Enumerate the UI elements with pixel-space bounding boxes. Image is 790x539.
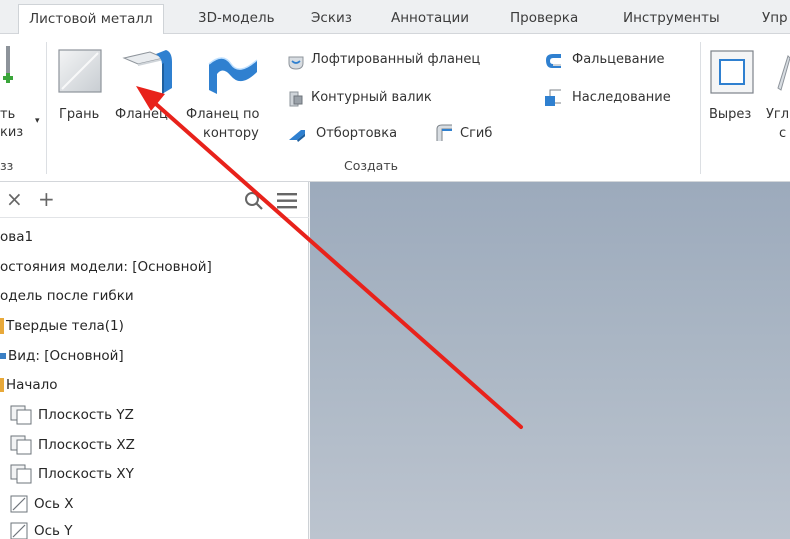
tree-item-plane-yz[interactable]: Плоскость YZ <box>10 404 134 426</box>
derive-icon[interactable] <box>543 88 561 106</box>
tree-item-label: Вид: [Основной] <box>8 348 124 364</box>
plane-icon <box>10 464 32 484</box>
tree-item-label: Плоскость XZ <box>38 437 135 453</box>
ribbon-tabbar: Листовой металл 3D-модель Эскиз Аннотаци… <box>0 0 790 34</box>
lofted-flange-icon[interactable] <box>287 53 305 71</box>
axis-icon <box>10 495 28 513</box>
corner-label-2[interactable]: с <box>779 126 786 141</box>
folder-icon <box>0 318 4 334</box>
tree-item-plane-xz[interactable]: Плоскость XZ <box>10 434 135 456</box>
tree-item-label: Ось Y <box>34 523 73 539</box>
start-sketch-label-1: ть <box>0 107 16 122</box>
start-sketch-label-2: киз <box>0 125 24 140</box>
tab-sheet-metal[interactable]: Листовой металл <box>18 4 164 34</box>
tab-3d-model[interactable]: 3D-модель <box>198 4 275 34</box>
tree-item-label: Плоскость YZ <box>38 407 134 423</box>
flange-icon[interactable] <box>120 48 176 98</box>
contour-roll-label[interactable]: Контурный валик <box>311 90 432 105</box>
tree-item-label: Плоскость XY <box>38 466 134 482</box>
tree-item-solid-bodies[interactable]: Твердые тела(1) <box>0 315 124 337</box>
tab-sketch[interactable]: Эскиз <box>311 4 352 34</box>
hem-cut-label[interactable]: Отбортовка <box>316 126 397 141</box>
plane-icon <box>10 405 32 425</box>
sketch-panel-caption: зз <box>0 158 14 173</box>
corner-label-1[interactable]: Угл <box>766 107 789 122</box>
plane-icon <box>10 435 32 455</box>
chevron-down-icon[interactable]: ▾ <box>35 116 40 126</box>
tree-item-plane-xy[interactable]: Плоскость XY <box>10 463 134 485</box>
tree-item-label: Начало <box>6 377 58 393</box>
face-icon[interactable] <box>58 49 102 93</box>
tree-item-label: Ось X <box>34 496 74 512</box>
flange-label[interactable]: Фланец <box>115 107 168 122</box>
cut-label[interactable]: Вырез <box>709 107 751 122</box>
ribbon: ть киз ▾ зз Грань Фланец Фланец по конто… <box>0 34 790 182</box>
tree-item-axis-x[interactable]: Ось X <box>10 493 74 515</box>
cut-icon[interactable] <box>710 50 754 94</box>
tab-tools[interactable]: Инструменты <box>623 4 720 34</box>
sketch-icon[interactable] <box>0 44 18 104</box>
panel-divider <box>700 42 701 174</box>
menu-icon[interactable] <box>276 192 298 210</box>
tree-item-flat-pattern[interactable]: одель после гибки <box>0 285 134 307</box>
create-panel-caption: Создать <box>344 158 398 173</box>
tab-inspect[interactable]: Проверка <box>510 4 578 34</box>
view-icon <box>0 353 6 359</box>
tab-annotate[interactable]: Аннотации <box>391 4 469 34</box>
corner-icon[interactable] <box>776 52 790 92</box>
contour-flange-label-2[interactable]: контору <box>203 126 259 141</box>
lofted-flange-label[interactable]: Лофтированный фланец <box>311 52 480 67</box>
origin-icon <box>0 378 4 392</box>
contour-roll-icon[interactable] <box>287 90 305 108</box>
contour-flange-label-1[interactable]: Фланец по <box>186 107 259 122</box>
tree-item-origin[interactable]: Начало <box>0 374 58 396</box>
bend-icon[interactable] <box>434 123 452 141</box>
axis-icon <box>10 522 28 539</box>
panel-divider <box>46 42 47 174</box>
tree-item-model-states[interactable]: остояния модели: [Основной] <box>0 256 212 278</box>
hem-label[interactable]: Фальцевание <box>572 52 665 67</box>
contour-flange-icon[interactable] <box>205 50 261 94</box>
tab-manage[interactable]: Упр <box>762 4 788 34</box>
add-tab-icon[interactable]: + <box>38 188 55 210</box>
search-icon[interactable] <box>244 191 264 211</box>
tree-item-axis-y[interactable]: Ось Y <box>10 520 73 539</box>
hem-cut-icon[interactable] <box>287 126 305 144</box>
tree-item-view[interactable]: Вид: [Основной] <box>0 345 124 367</box>
model-browser: × + ова1 остояния модели: [Основной] оде… <box>0 182 309 539</box>
tree-item-part[interactable]: ова1 <box>0 226 33 248</box>
face-label[interactable]: Грань <box>59 107 99 122</box>
bend-label[interactable]: Сгиб <box>460 126 492 141</box>
derive-label[interactable]: Наследование <box>572 90 671 105</box>
close-icon[interactable]: × <box>6 188 23 210</box>
graphics-window[interactable] <box>310 182 790 539</box>
hem-icon[interactable] <box>543 52 561 70</box>
browser-header: × + <box>0 182 309 218</box>
tree-item-label: Твердые тела(1) <box>6 318 124 334</box>
